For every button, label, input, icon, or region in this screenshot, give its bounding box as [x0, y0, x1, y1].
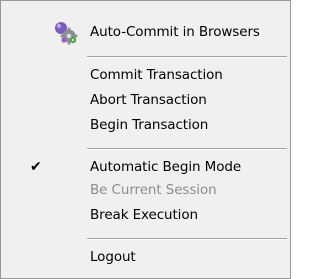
- menu-separator: [87, 238, 287, 240]
- transaction-gears-icon: [53, 21, 79, 52]
- menu-item-auto-commit-in-browsers[interactable]: Auto-Commit in Browsers: [3, 21, 288, 45]
- menu-item-label: Auto-Commit in Browsers: [90, 24, 260, 40]
- menu-item-label: Break Execution: [90, 207, 198, 223]
- menu-item-logout[interactable]: Logout: [3, 246, 288, 268]
- checkmark-icon: ✔: [30, 159, 42, 175]
- menu-item-label: Commit Transaction: [90, 67, 223, 83]
- menu-item-label: Automatic Begin Mode: [90, 159, 242, 175]
- menu-item-begin-transaction[interactable]: Begin Transaction: [3, 114, 288, 136]
- menu-separator: [87, 56, 287, 58]
- menu-item-label: Logout: [90, 249, 136, 265]
- menu-separator: [87, 148, 287, 150]
- menu-item-be-current-session: Be Current Session: [3, 179, 288, 201]
- menu-item-abort-transaction[interactable]: Abort Transaction: [3, 89, 288, 111]
- context-menu: Auto-Commit in Browsers Commit Transacti…: [0, 0, 291, 279]
- menu-item-commit-transaction[interactable]: Commit Transaction: [3, 64, 288, 86]
- menu-item-label: Begin Transaction: [90, 117, 209, 133]
- menu-item-automatic-begin-mode[interactable]: ✔ Automatic Begin Mode: [3, 156, 288, 178]
- menu-item-label: Be Current Session: [90, 182, 217, 198]
- menu-item-break-execution[interactable]: Break Execution: [3, 204, 288, 226]
- menu-item-label: Abort Transaction: [90, 92, 207, 108]
